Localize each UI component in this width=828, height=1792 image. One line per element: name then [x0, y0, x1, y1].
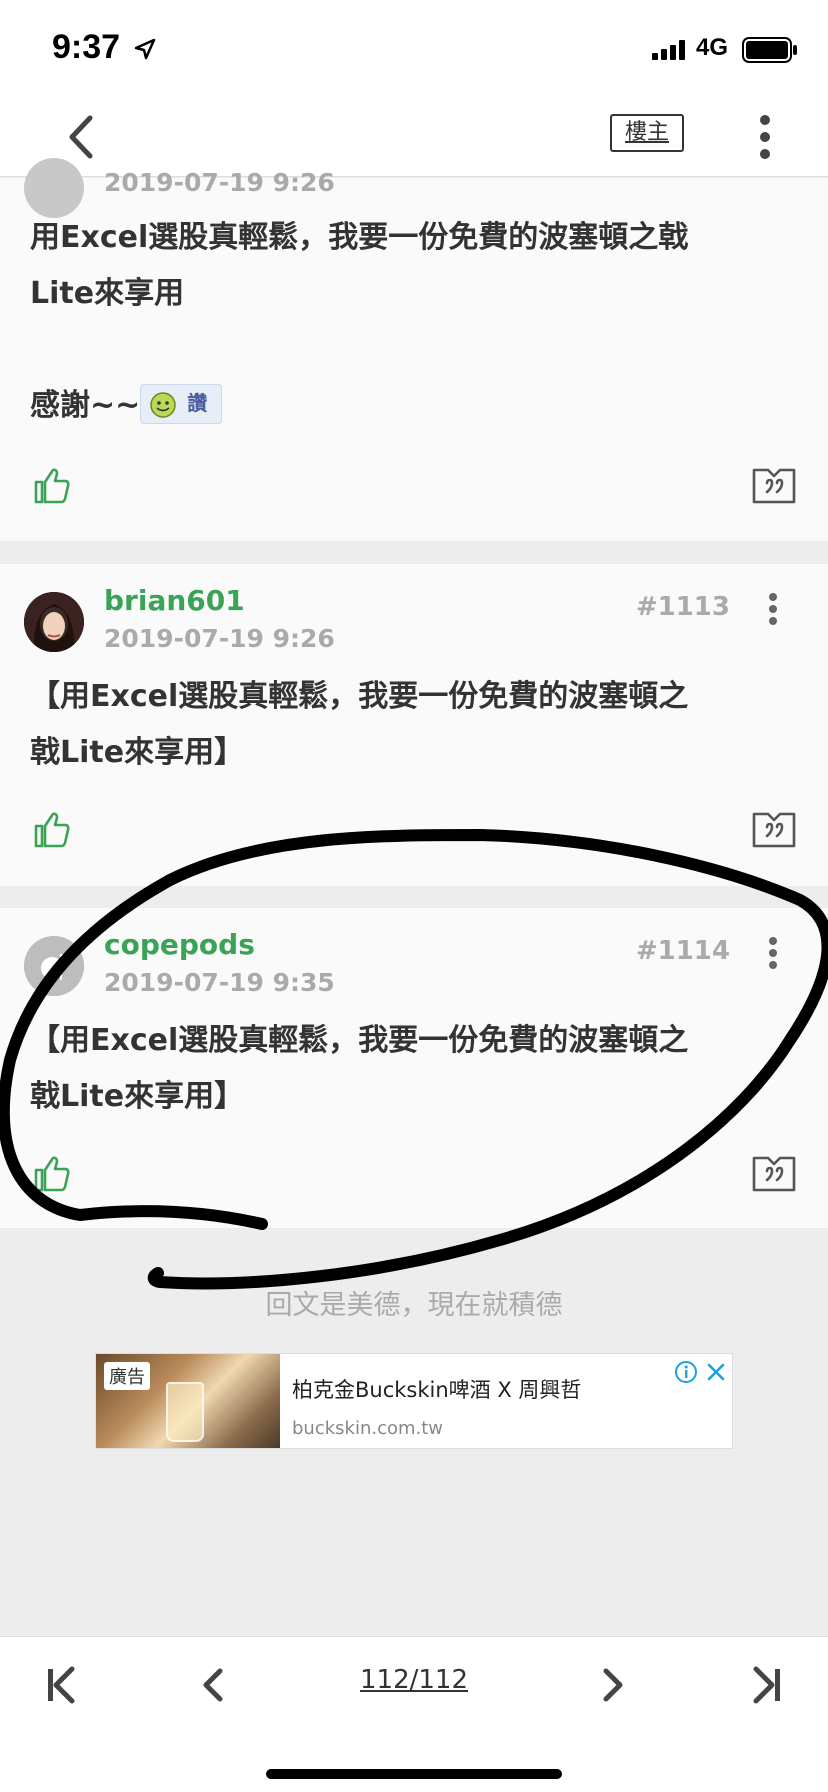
first-page-icon[interactable] — [44, 1663, 78, 1707]
post-body-line: 【用Excel選股真輕鬆，我要一份免費的波塞頓之 — [30, 679, 689, 714]
post-timestamp: 2019-07-19 9:35 — [104, 968, 335, 997]
ad-badge: 廣告 — [104, 1362, 150, 1390]
post-timestamp: 2019-07-19 9:26 — [104, 624, 335, 653]
bottom-pager-bar: 112/112 — [0, 1636, 828, 1792]
post-author[interactable]: copepods — [104, 928, 255, 961]
status-time: 9:37 — [52, 28, 121, 66]
page-indicator[interactable]: 112/112 — [340, 1665, 488, 1695]
ad-title[interactable]: 柏克金Buckskin啤酒 X 周興哲 — [292, 1374, 581, 1404]
smiley-face-icon — [150, 391, 177, 418]
post-body-text: 感謝~~ — [30, 388, 141, 423]
post-body-line: 【用Excel選股真輕鬆，我要一份免費的波塞頓之 — [30, 1023, 689, 1058]
post-body: 【用Excel選股真輕鬆，我要一份免費的波塞頓之 戟Lite來享用】 — [30, 1013, 800, 1125]
prev-page-icon[interactable] — [198, 1663, 228, 1707]
post-floor-number: #1113 — [635, 592, 730, 622]
post-timestamp: 2019-07-19 9:26 — [104, 168, 335, 197]
post-body-line: 用Excel選股真輕鬆，我要一份免費的波塞頓之戟 — [30, 220, 689, 255]
location-arrow-icon — [134, 38, 156, 60]
status-bar: 9:37 4G — [0, 0, 828, 100]
post-card: 2019-07-19 9:26 用Excel選股真輕鬆，我要一份免費的波塞頓之戟… — [0, 158, 828, 541]
post-more-icon[interactable] — [765, 936, 781, 970]
post-more-icon[interactable] — [765, 592, 781, 626]
ad-glass-graphic — [166, 1382, 204, 1442]
post-card: brian601 2019-07-19 9:26 #1113 【用Excel選股… — [0, 564, 828, 886]
post-body: 【用Excel選股真輕鬆，我要一份免費的波塞頓之 戟Lite來享用】 — [30, 669, 800, 781]
emoticon-like: 讚 — [140, 383, 223, 424]
post-body-line: 戟Lite來享用】 — [30, 1079, 245, 1114]
ad-image[interactable]: 廣告 — [96, 1354, 280, 1448]
battery-icon — [742, 37, 797, 63]
thumbs-up-icon[interactable] — [32, 466, 72, 506]
home-indicator — [266, 1769, 562, 1779]
quote-reply-icon[interactable] — [752, 1154, 796, 1192]
next-page-icon[interactable] — [598, 1663, 628, 1707]
quote-reply-icon[interactable] — [752, 810, 796, 848]
ad-info-icon[interactable] — [674, 1360, 698, 1384]
post-author[interactable]: brian601 — [104, 584, 245, 617]
last-page-icon[interactable] — [750, 1663, 784, 1707]
post-floor-number: #1114 — [635, 936, 730, 966]
thumbs-up-icon[interactable] — [32, 1154, 72, 1194]
post-body-line: 感謝~~ 讚 — [30, 378, 800, 434]
ad-url[interactable]: buckskin.com.tw — [292, 1418, 443, 1439]
default-avatar-icon — [24, 936, 84, 996]
op-only-button[interactable]: 樓主 — [610, 114, 684, 152]
nav-bar: 樓主 — [0, 100, 828, 177]
network-type: 4G — [696, 34, 729, 61]
cellular-signal-icon — [652, 40, 685, 60]
post-body-line: 戟Lite來享用】 — [30, 735, 245, 770]
more-vertical-icon[interactable] — [753, 112, 777, 162]
reply-hint[interactable]: 回文是美德，現在就積德 — [0, 1283, 828, 1322]
avatar[interactable] — [24, 936, 84, 996]
thumbs-up-icon[interactable] — [32, 810, 72, 850]
emoticon-label: 讚 — [187, 390, 208, 415]
post-body: 用Excel選股真輕鬆，我要一份免費的波塞頓之戟 Lite來享用 感謝~~ 讚 — [30, 210, 800, 434]
avatar-photo — [24, 592, 84, 652]
ad-banner[interactable]: 廣告 柏克金Buckskin啤酒 X 周興哲 buckskin.com.tw — [95, 1353, 733, 1449]
avatar — [24, 158, 84, 218]
avatar[interactable] — [24, 592, 84, 652]
ad-close-icon[interactable] — [704, 1360, 728, 1384]
quote-reply-icon[interactable] — [752, 466, 796, 504]
post-card: copepods 2019-07-19 9:35 #1114 【用Excel選股… — [0, 908, 828, 1228]
post-body-line: Lite來享用 — [30, 276, 185, 311]
back-chevron-icon[interactable] — [64, 112, 98, 162]
